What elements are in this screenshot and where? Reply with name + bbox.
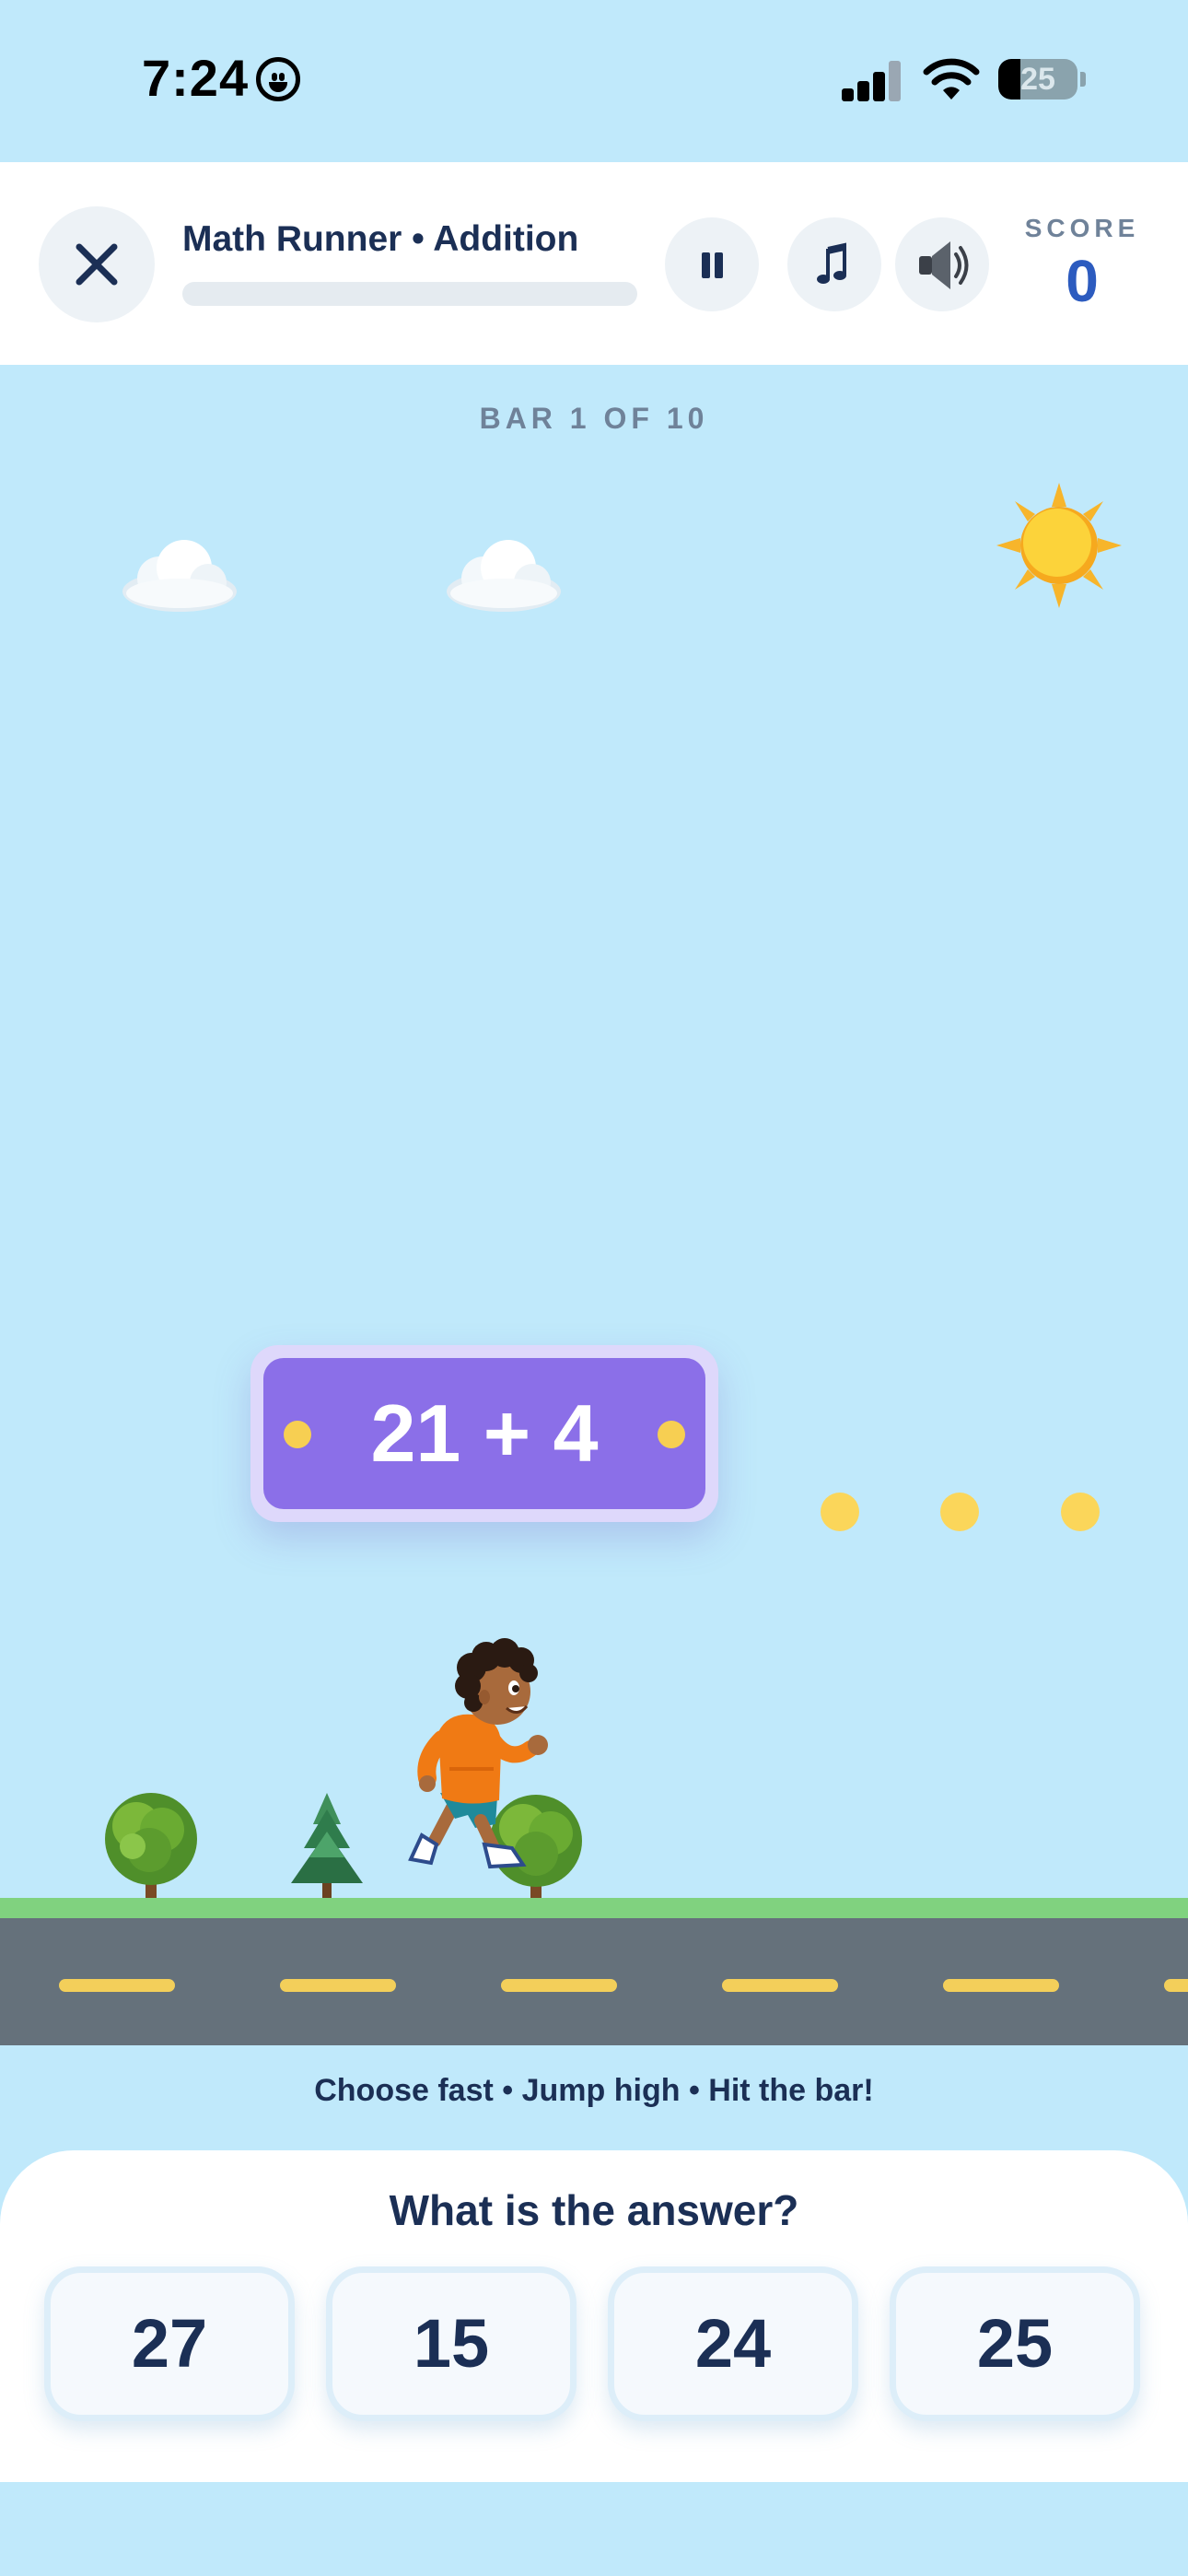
answer-option-label: 15 xyxy=(413,2305,490,2382)
answer-option-button[interactable]: 24 xyxy=(608,2266,858,2421)
question-bar-face: 21 + 4 xyxy=(263,1358,705,1509)
cloud-icon xyxy=(122,540,237,612)
coin xyxy=(821,1493,859,1531)
answer-option-button[interactable]: 15 xyxy=(326,2266,577,2421)
game-header: Math Runner • Addition SCORE 0 xyxy=(0,162,1188,365)
battery-icon: 25 xyxy=(998,59,1077,100)
road-dash xyxy=(59,1979,175,1992)
sound-toggle-button[interactable] xyxy=(895,217,989,311)
level-progress-bar xyxy=(182,282,637,306)
bar-bolt-right xyxy=(658,1421,685,1448)
bar-counter: BAR 1 OF 10 xyxy=(479,402,709,435)
answer-prompt: What is the answer? xyxy=(389,2186,799,2234)
status-time: 7:24 xyxy=(142,49,250,107)
road-dash xyxy=(1164,1979,1188,1992)
bottom-safe-area xyxy=(0,2482,1188,2576)
music-toggle-button[interactable] xyxy=(787,217,881,311)
road-dash xyxy=(943,1979,1059,1992)
wifi-icon xyxy=(923,58,980,100)
battery-percent: 25 xyxy=(1020,62,1055,97)
smiley-face-icon xyxy=(256,57,300,101)
close-x-icon xyxy=(76,243,118,286)
game-title: Math Runner • Addition xyxy=(182,219,579,259)
road-dash xyxy=(722,1979,838,1992)
round-tree-icon xyxy=(105,1793,197,1900)
road-dash xyxy=(501,1979,617,1992)
score-value: 0 xyxy=(1066,248,1099,314)
question-bar: 21 + 4 xyxy=(250,1345,718,1522)
status-bar: 7:24 25 xyxy=(0,0,1188,162)
answer-option-label: 24 xyxy=(694,2305,772,2382)
tagline: Choose fast • Jump high • Hit the bar! xyxy=(314,2073,874,2108)
pause-button[interactable] xyxy=(665,217,759,311)
cloud-icon xyxy=(447,540,561,612)
music-note-icon xyxy=(817,242,846,284)
grass-strip xyxy=(0,1898,1188,1918)
close-button[interactable] xyxy=(39,206,155,322)
cellular-signal-icon xyxy=(842,61,903,101)
answer-panel: What is the answer? 27 15 24 25 xyxy=(0,2150,1188,2482)
road-dash xyxy=(280,1979,396,1992)
coin xyxy=(940,1493,979,1531)
answer-option-label: 25 xyxy=(976,2305,1054,2382)
battery-cap xyxy=(1080,72,1086,87)
speaker-icon xyxy=(919,241,969,289)
score-label: SCORE xyxy=(1024,214,1140,242)
question-text: 21 + 4 xyxy=(370,1388,599,1479)
coin xyxy=(1061,1493,1100,1531)
pine-tree-icon xyxy=(291,1793,363,1900)
runner-character xyxy=(408,1638,548,1869)
sun-icon xyxy=(996,483,1122,608)
answer-option-label: 27 xyxy=(131,2305,208,2382)
answer-option-button[interactable]: 25 xyxy=(890,2266,1140,2421)
answer-option-button[interactable]: 27 xyxy=(44,2266,295,2421)
